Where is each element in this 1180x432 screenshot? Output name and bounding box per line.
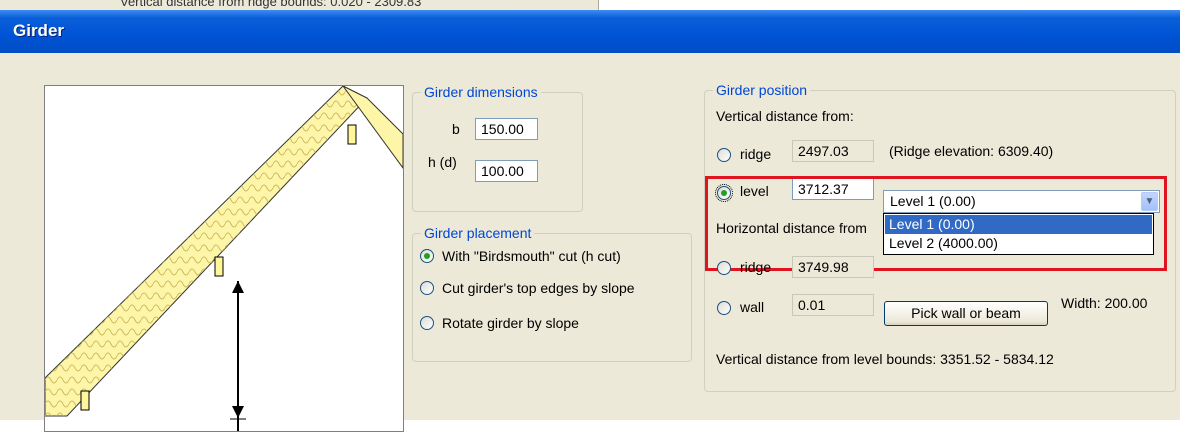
ridge-girder bbox=[347, 124, 357, 145]
roof-drawing bbox=[45, 86, 403, 431]
birdsmouth-radio[interactable] bbox=[420, 249, 434, 263]
dialog-title: Girder bbox=[13, 21, 65, 40]
h-label: h (d) bbox=[428, 154, 457, 170]
width-text: Width: 200.00 bbox=[1061, 295, 1148, 311]
b-label: b bbox=[452, 121, 460, 137]
horizontal-wall-radio[interactable] bbox=[717, 301, 731, 315]
rotate-girder-radio[interactable] bbox=[420, 316, 434, 330]
wall-girder bbox=[80, 390, 90, 411]
h-input[interactable]: 100.00 bbox=[475, 160, 538, 182]
horizontal-wall-value: 0.01 bbox=[792, 294, 874, 316]
level-bounds-text: Vertical distance from level bounds: 335… bbox=[716, 351, 1054, 367]
horizontal-ridge-value: 3749.98 bbox=[792, 256, 874, 278]
title-bar[interactable]: Girder bbox=[0, 10, 1180, 53]
girder-dimensions-group: Girder dimensions bbox=[412, 84, 583, 212]
horizontal-wall-label[interactable]: wall bbox=[740, 299, 764, 315]
girder-preview bbox=[44, 85, 404, 432]
horizontal-ridge-label[interactable]: ridge bbox=[740, 259, 771, 275]
vertical-ridge-value: 2497.03 bbox=[792, 140, 874, 162]
vertical-distance-heading: Vertical distance from: bbox=[716, 108, 854, 124]
girder-placement-legend: Girder placement bbox=[421, 225, 535, 241]
girder-position-legend: Girder position bbox=[713, 82, 811, 98]
background-window-text: Vertical distance from ridge bounds: 0.0… bbox=[120, 0, 422, 9]
highlight-annotation bbox=[705, 176, 1167, 271]
vertical-ridge-radio[interactable] bbox=[717, 148, 731, 162]
vertical-ridge-label[interactable]: ridge bbox=[740, 146, 771, 162]
cut-top-edges-radio[interactable] bbox=[420, 281, 434, 295]
birdsmouth-label[interactable]: With "Birdsmouth" cut (h cut) bbox=[442, 248, 621, 264]
horizontal-ridge-radio[interactable] bbox=[717, 261, 731, 275]
girder-dialog: Girder Girder dimensions b 150.00 h (d) … bbox=[0, 10, 1180, 432]
ridge-elevation-text: (Ridge elevation: 6309.40) bbox=[889, 143, 1054, 159]
middle-girder bbox=[214, 256, 224, 277]
pick-wall-or-beam-button[interactable]: Pick wall or beam bbox=[884, 301, 1048, 326]
rotate-girder-label[interactable]: Rotate girder by slope bbox=[442, 315, 579, 331]
b-input[interactable]: 150.00 bbox=[475, 118, 538, 140]
cut-top-edges-label[interactable]: Cut girder's top edges by slope bbox=[442, 280, 635, 296]
girder-dimensions-legend: Girder dimensions bbox=[421, 84, 541, 100]
